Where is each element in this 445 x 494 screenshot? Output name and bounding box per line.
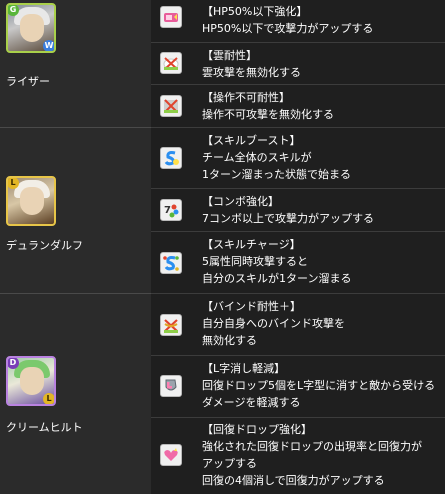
bind-resist-plus-icon[interactable] — [160, 314, 182, 336]
skill-description: 【スキルチャージ】 5属性同時攻撃すると 自分のスキルが1ターン溜まる — [202, 236, 441, 287]
skill-line: 自分自身へのバインド攻撃を — [202, 317, 345, 330]
skill-description: 【L字消し軽減】 回復ドロップ5個をL字型に消すと敵から受ける ダメージを軽減す… — [202, 360, 441, 411]
skill-line: 回復ドロップ5個をL字型に消すと敵から受ける — [202, 379, 436, 392]
skill-line: 1ターン溜まった状態で始まる — [202, 168, 352, 181]
skill-description: 【操作不可耐性】 操作不可攻撃を無効化する — [202, 89, 441, 123]
attribute-badge-main: D — [8, 358, 19, 369]
skill-description: 【コンボ強化】 7コンボ以上で攻撃力がアップする — [202, 193, 441, 227]
skill-name: 【バインド耐性＋】 — [202, 300, 301, 313]
skill-line: 5属性同時攻撃すると — [202, 255, 308, 268]
skill-line: HP50%以下で攻撃力がアップする — [202, 22, 374, 35]
skill-name: 【スキルチャージ】 — [202, 238, 301, 251]
skill-description: 【回復ドロップ強化】 強化された回復ドロップの出現率と回復力が アップする 回復… — [202, 421, 441, 489]
skill-charge-icon[interactable] — [160, 252, 182, 274]
character-name: ライザー — [6, 75, 50, 88]
skill-line: 強化された回復ドロップの出現率と回復力が — [202, 440, 422, 453]
portrait-face — [20, 367, 44, 395]
skill-row: 【雲耐性】 雲攻撃を無効化する — [151, 43, 445, 85]
skill-name: 【コンボ強化】 — [202, 195, 279, 208]
skill-row: 【操作不可耐性】 操作不可攻撃を無効化する — [151, 85, 445, 128]
skill-line: チーム全体のスキルが — [202, 151, 312, 164]
character-name: クリームヒルト — [6, 421, 83, 434]
skill-row: 【L字消し軽減】 回復ドロップ5個をL字型に消すと敵から受ける ダメージを軽減す… — [151, 356, 445, 418]
skill-name: 【雲耐性】 — [202, 49, 257, 62]
l-shape-reduce-icon[interactable] — [160, 375, 182, 397]
skill-description: 【HP50%以下強化】 HP50%以下で攻撃力がアップする — [202, 3, 441, 37]
character-cell-raizer: G W ライザー — [0, 0, 151, 128]
skill-row: 【HP50%以下強化】 HP50%以下で攻撃力がアップする — [151, 0, 445, 43]
skill-line: 操作不可攻撃を無効化する — [202, 108, 334, 121]
skill-line: 回復の4個消しで回復力がアップする — [202, 474, 385, 487]
skill-line: アップする — [202, 457, 257, 470]
attribute-badge-sub: W — [43, 40, 54, 51]
portrait-face — [20, 14, 44, 42]
skill-row: 7 【コンボ強化】 7コンボ以上で攻撃力がアップする — [151, 189, 445, 232]
portrait-face — [20, 187, 44, 215]
skill-line: 雲攻撃を無効化する — [202, 66, 301, 79]
skill-boost-icon[interactable] — [160, 147, 182, 169]
attribute-badge-main: L — [8, 178, 19, 189]
character-portrait[interactable]: L — [6, 176, 56, 226]
skill-row: 【バインド耐性＋】 自分自身へのバインド攻撃を 無効化する — [151, 294, 445, 356]
unmovable-resist-icon[interactable] — [160, 95, 182, 117]
skill-row: 【回復ドロップ強化】 強化された回復ドロップの出現率と回復力が アップする 回復… — [151, 418, 445, 494]
skill-name: 【L字消し軽減】 — [202, 362, 286, 375]
skill-line: 無効化する — [202, 334, 257, 347]
skill-name: 【HP50%以下強化】 — [202, 5, 308, 18]
skill-line: 7コンボ以上で攻撃力がアップする — [202, 212, 374, 225]
skill-row: 【スキルチャージ】 5属性同時攻撃すると 自分のスキルが1ターン溜まる — [151, 232, 445, 294]
skill-name: 【操作不可耐性】 — [202, 91, 290, 104]
skill-description: 【雲耐性】 雲攻撃を無効化する — [202, 47, 441, 81]
character-portrait[interactable]: D L — [6, 356, 56, 406]
skill-description: 【スキルブースト】 チーム全体のスキルが 1ターン溜まった状態で始まる — [202, 132, 441, 183]
character-portrait[interactable]: G W — [6, 3, 56, 53]
cloud-resist-icon[interactable] — [160, 52, 182, 74]
character-cell-kriemhild: D L クリームヒルト — [0, 294, 151, 494]
skill-name: 【スキルブースト】 — [202, 134, 301, 147]
character-cell-durandalf: L デュランダルフ — [0, 128, 151, 294]
skill-line: ダメージを軽減する — [202, 396, 301, 409]
heal-orb-boost-icon[interactable] — [160, 444, 182, 466]
skill-name: 【回復ドロップ強化】 — [202, 423, 312, 436]
skill-description: 【バインド耐性＋】 自分自身へのバインド攻撃を 無効化する — [202, 298, 441, 349]
skill-line: 自分のスキルが1ターン溜まる — [202, 272, 352, 285]
combo-boost-icon[interactable]: 7 — [160, 199, 182, 221]
attribute-badge-main: G — [8, 5, 19, 16]
awakening-skill-table: G W ライザー 【HP50%以下強化】 HP50%以下で攻撃力がアップする 【… — [0, 0, 445, 494]
character-name: デュランダルフ — [6, 239, 83, 252]
hp-weak-boost-icon[interactable] — [160, 6, 182, 28]
skill-row: 【スキルブースト】 チーム全体のスキルが 1ターン溜まった状態で始まる — [151, 128, 445, 189]
attribute-badge-sub: L — [43, 393, 54, 404]
